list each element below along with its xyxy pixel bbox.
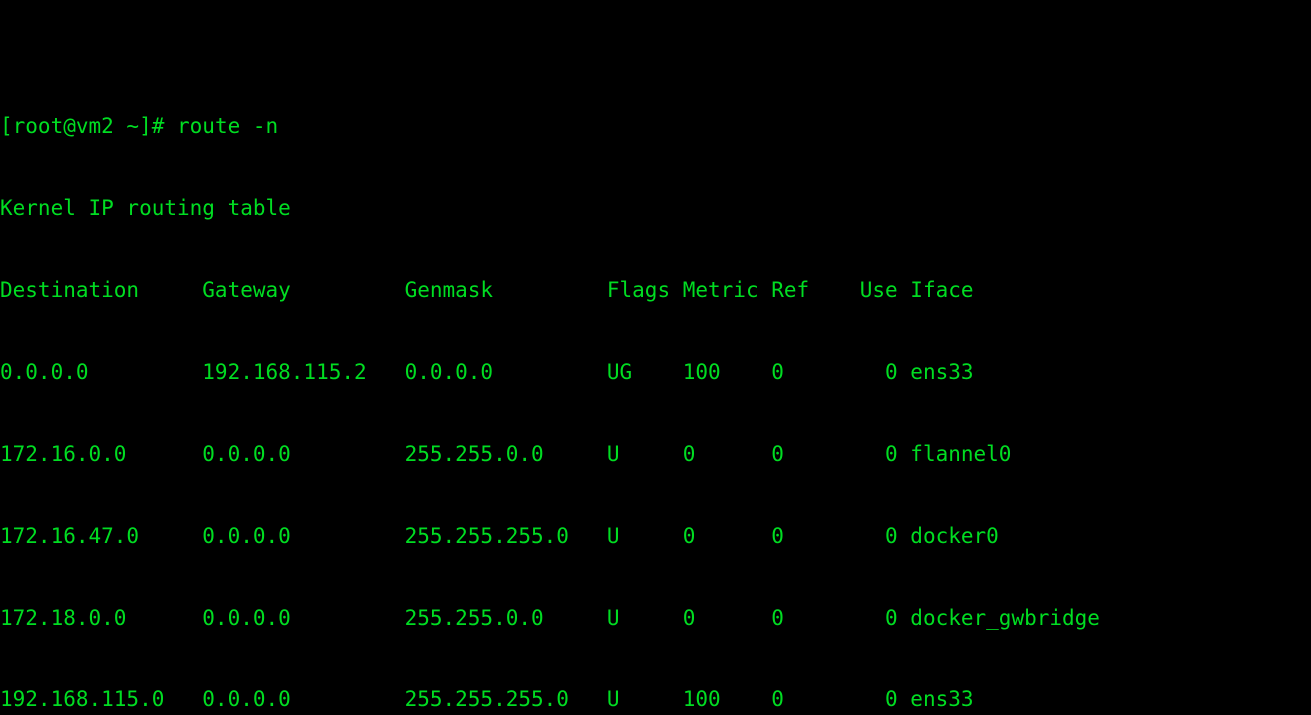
command-line-route: [root@vm2 ~]# route -n <box>0 113 1311 140</box>
route-table-header: Destination Gateway Genmask Flags Metric… <box>0 277 974 302</box>
command-text: route -n <box>177 114 279 139</box>
terminal-window[interactable]: [root@vm2 ~]# route -n Kernel IP routing… <box>0 0 1311 715</box>
table-row: 0.0.0.0 192.168.115.2 0.0.0.0 UG 100 0 0… <box>0 359 974 384</box>
table-row: 172.16.0.0 0.0.0.0 255.255.0.0 U 0 0 0 f… <box>0 441 1012 466</box>
table-row: 192.168.115.0 0.0.0.0 255.255.255.0 U 10… <box>0 687 974 712</box>
shell-prompt: [root@vm2 ~]# <box>0 114 178 139</box>
table-row: 172.18.0.0 0.0.0.0 255.255.0.0 U 0 0 0 d… <box>0 605 1100 630</box>
terminal-screen[interactable]: [root@vm2 ~]# route -n Kernel IP routing… <box>0 4 1311 715</box>
route-table-title: Kernel IP routing table <box>0 196 291 221</box>
table-row: 172.16.47.0 0.0.0.0 255.255.255.0 U 0 0 … <box>0 523 999 548</box>
